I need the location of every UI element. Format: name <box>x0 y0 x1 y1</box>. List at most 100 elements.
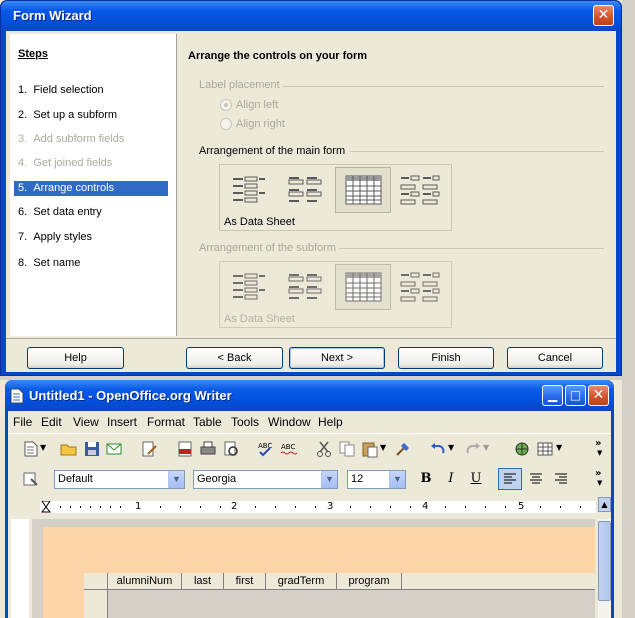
font-size-select[interactable]: 12 ▼ <box>347 470 406 489</box>
align-left-button[interactable] <box>498 468 522 490</box>
print-icon[interactable] <box>199 440 217 458</box>
cut-icon[interactable] <box>315 440 333 458</box>
toolbar-overflow-icon[interactable]: » <box>595 468 601 479</box>
column-header-alumninum[interactable]: alumniNum <box>108 573 182 590</box>
menu-view[interactable]: View <box>73 415 99 429</box>
vertical-ruler[interactable] <box>11 519 29 618</box>
underline-button[interactable]: U <box>466 469 486 489</box>
menu-help[interactable]: Help <box>318 415 343 429</box>
chevron-down-icon[interactable]: ▼ <box>448 443 454 452</box>
new-document-icon[interactable] <box>22 440 40 458</box>
data-sheet-icon <box>345 272 382 302</box>
subform-selected-label: As Data Sheet <box>224 313 295 325</box>
close-icon: ✕ <box>597 7 610 23</box>
save-icon[interactable] <box>83 440 101 458</box>
toolbar-overflow-icon[interactable]: » <box>595 438 601 449</box>
finish-button[interactable]: Finish <box>398 347 494 369</box>
vertical-scrollbar[interactable] <box>598 519 611 618</box>
wizard-title-bar[interactable]: Form Wizard ✕ <box>1 1 621 31</box>
arrangement-columnar-left-option[interactable] <box>223 167 279 213</box>
ruler-number: 4 <box>422 501 429 512</box>
bold-button[interactable]: B <box>416 469 436 489</box>
wizard-close-button[interactable]: ✕ <box>593 5 614 26</box>
copy-icon[interactable] <box>338 440 356 458</box>
column-header-first[interactable]: first <box>224 573 266 590</box>
email-icon[interactable] <box>105 440 123 458</box>
next-button[interactable]: Next > <box>289 347 385 369</box>
chevron-down-icon[interactable]: ▼ <box>597 479 602 487</box>
align-left-icon <box>504 473 516 484</box>
row-header[interactable] <box>84 590 108 618</box>
step-arrange-controls[interactable]: 5. Arrange controls <box>14 181 168 196</box>
chevron-down-icon[interactable]: ▼ <box>40 443 46 452</box>
navigator-icon[interactable] <box>513 440 531 458</box>
steps-panel: Steps 1. Field selection 2. Set up a sub… <box>10 34 177 336</box>
menu-table[interactable]: Table <box>193 415 222 429</box>
chevron-down-icon[interactable]: ▼ <box>556 443 562 452</box>
clone-formatting-icon[interactable] <box>394 440 412 458</box>
writer-close-button[interactable]: ✕ <box>588 385 609 406</box>
column-header-program[interactable]: program <box>337 573 402 590</box>
step-apply-styles[interactable]: 7. Apply styles <box>14 230 168 245</box>
writer-title-bar[interactable]: Untitled1 - OpenOffice.org Writer ▁ □ ✕ <box>5 380 614 411</box>
table-icon[interactable] <box>536 440 554 458</box>
chevron-down-icon[interactable]: ▼ <box>321 471 337 488</box>
edit-file-icon[interactable] <box>140 440 158 458</box>
svg-text:ABC: ABC <box>281 443 295 451</box>
spellcheck-icon[interactable]: ABC <box>257 440 275 458</box>
cancel-button[interactable]: Cancel <box>507 347 603 369</box>
ruler-number: 2 <box>231 501 238 512</box>
arrangement-data-sheet-option[interactable] <box>335 167 391 213</box>
italic-button[interactable]: I <box>441 469 461 489</box>
page-preview-icon[interactable] <box>222 440 240 458</box>
scrollbar-thumb[interactable] <box>598 521 611 601</box>
divider <box>339 248 604 249</box>
ruler-area: 1 2 3 4 5 ▲ <box>8 495 611 517</box>
column-header-gradterm[interactable]: gradTerm <box>266 573 337 590</box>
help-button[interactable]: Help <box>27 347 124 369</box>
styles-formatting-icon[interactable] <box>22 470 40 488</box>
align-left-radio <box>220 99 232 111</box>
menu-insert[interactable]: Insert <box>107 415 137 429</box>
font-name-select[interactable]: Georgia ▼ <box>193 470 338 489</box>
menu-tools[interactable]: Tools <box>231 415 259 429</box>
paragraph-style-select[interactable]: Default ▼ <box>54 470 185 489</box>
step-set-data-entry[interactable]: 6. Set data entry <box>14 205 168 220</box>
redo-icon <box>466 443 480 454</box>
step-field-selection[interactable]: 1. Field selection <box>14 83 168 98</box>
chevron-down-icon[interactable]: ▼ <box>389 471 405 488</box>
data-sheet-grid[interactable]: alumniNum last first gradTerm program <box>84 573 595 618</box>
menu-file[interactable]: File <box>13 415 32 429</box>
menu-format[interactable]: Format <box>147 415 185 429</box>
chevron-down-icon[interactable]: ▼ <box>380 443 386 452</box>
paragraph-style-value: Default <box>58 473 93 485</box>
chevron-down-icon: ▼ <box>483 443 490 452</box>
autospellcheck-icon[interactable]: ABC <box>280 440 298 458</box>
align-right-icon[interactable] <box>550 469 572 489</box>
horizontal-ruler[interactable] <box>40 500 596 513</box>
align-center-icon[interactable] <box>525 469 547 489</box>
chevron-down-icon[interactable]: ▼ <box>168 471 184 488</box>
menu-window[interactable]: Window <box>268 415 311 429</box>
step-set-name[interactable]: 8. Set name <box>14 256 168 271</box>
column-header-last[interactable]: last <box>182 573 224 590</box>
chevron-down-icon[interactable]: ▼ <box>597 449 602 457</box>
scroll-up-button[interactable]: ▲ <box>598 497 611 512</box>
step-add-subform-fields: 3. Add subform fields <box>18 133 125 145</box>
menu-edit[interactable]: Edit <box>41 415 62 429</box>
undo-icon[interactable] <box>429 440 447 458</box>
arrangement-blocks-option[interactable] <box>391 167 447 213</box>
arrangement-columnar-top-option[interactable] <box>279 167 335 213</box>
back-button[interactable]: < Back <box>186 347 283 369</box>
maximize-button[interactable]: □ <box>565 385 586 406</box>
open-folder-icon[interactable] <box>60 440 78 458</box>
step-set-up-subform[interactable]: 2. Set up a subform <box>14 108 168 123</box>
paste-icon[interactable] <box>361 440 379 458</box>
minimize-button[interactable]: ▁ <box>542 385 563 406</box>
writer-document-icon <box>10 388 24 404</box>
button-separator <box>6 338 616 339</box>
font-size-value: 12 <box>351 473 364 485</box>
export-pdf-icon[interactable] <box>176 440 194 458</box>
main-form-arrangement-heading: Arrangement of the main form <box>199 145 346 157</box>
align-left-label: Align left <box>236 99 279 111</box>
